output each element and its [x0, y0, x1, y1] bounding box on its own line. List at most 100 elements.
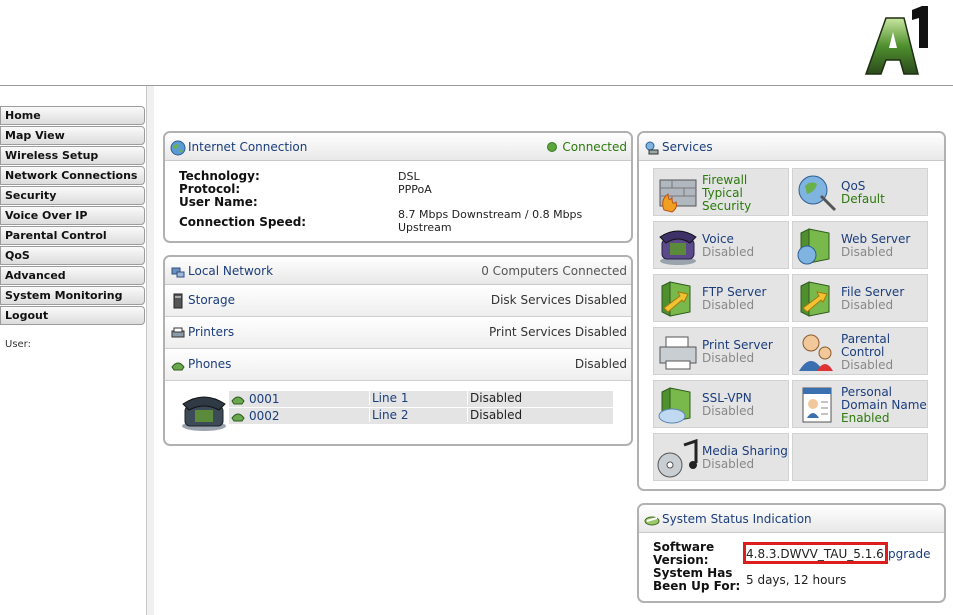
uptime-label-line: Been Up For:	[653, 579, 741, 593]
service-file-server[interactable]: File Server Disabled	[792, 274, 928, 322]
phone-line-link[interactable]: Line 2	[369, 408, 408, 422]
phones-row[interactable]: Phones Disabled	[165, 349, 631, 381]
ftp-server-icon	[661, 281, 691, 317]
technology-label: Technology:	[179, 169, 260, 183]
system-status-panel: System Status Indication Software Versio…	[637, 503, 946, 603]
service-personal-domain-name[interactable]: Personal Domain Name Enabled	[792, 380, 928, 428]
storage-status: Disk Services Disabled	[490, 293, 627, 307]
service-status: Enabled	[841, 411, 890, 425]
service-firewall[interactable]: Firewall Typical Security	[653, 168, 789, 216]
firewall-icon	[659, 179, 697, 213]
service-status: Disabled	[841, 358, 894, 372]
services-panel: Services Firewall Typical Security QoS D…	[637, 131, 946, 491]
storage-icon	[173, 293, 183, 309]
phones-status: Disabled	[574, 357, 627, 371]
uptime-label: System Has Been Up For:	[653, 567, 740, 593]
uptime-value: 5 days, 12 hours	[746, 573, 847, 587]
system-status-icon	[644, 516, 660, 526]
ssl-vpn-icon	[658, 387, 691, 424]
phone-line-icon	[231, 396, 245, 405]
service-ftp-server[interactable]: FTP Server Disabled	[653, 274, 789, 322]
internet-connection-title[interactable]: Internet Connection	[188, 133, 307, 161]
voice-icon	[659, 230, 697, 265]
service-status: Disabled	[702, 298, 755, 312]
upgrade-link[interactable]: pgrade	[888, 547, 931, 561]
services-title[interactable]: Services	[662, 133, 713, 161]
table-row[interactable]: 0002 Line 2 Disabled	[229, 408, 613, 425]
printers-label[interactable]: Printers	[188, 325, 234, 339]
nav-item-security[interactable]: Security	[0, 186, 145, 205]
service-status: Disabled	[702, 404, 755, 418]
nav-item-qos[interactable]: QoS	[0, 246, 145, 265]
media-sharing-icon	[657, 438, 698, 478]
internet-connection-header: Internet Connection Connected	[165, 133, 631, 161]
parental-control-icon	[799, 334, 833, 371]
storage-label[interactable]: Storage	[188, 293, 235, 307]
connection-status: Connected	[547, 133, 627, 161]
service-status: Disabled	[702, 457, 755, 471]
nav-item-parental-control[interactable]: Parental Control	[0, 226, 145, 245]
services-header: Services	[639, 133, 944, 161]
service-print-server[interactable]: Print Server Disabled	[653, 327, 789, 375]
nav-item-wireless-setup[interactable]: Wireless Setup	[0, 146, 145, 165]
software-version-value: 4.8.3.DWVV_TAU_5.1.6	[746, 547, 884, 561]
local-network-title[interactable]: Local Network	[188, 257, 273, 285]
service-web-server[interactable]: Web Server Disabled	[792, 221, 928, 269]
nav-item-voice-over-ip[interactable]: Voice Over IP	[0, 206, 145, 225]
a1-logo	[864, 6, 928, 75]
nav-item-system-monitoring[interactable]: System Monitoring	[0, 286, 145, 305]
nav-item-advanced[interactable]: Advanced	[0, 266, 145, 285]
technology-value: DSL	[398, 170, 420, 183]
service-qos[interactable]: QoS Default	[792, 168, 928, 216]
internet-connection-panel: Internet Connection Connected Technology…	[163, 131, 633, 243]
computers-connected: 0 Computers Connected	[481, 264, 627, 278]
nav-item-network-connections[interactable]: Network Connections	[0, 166, 145, 185]
file-server-icon	[800, 281, 830, 317]
service-status: Disabled	[702, 351, 755, 365]
local-network-panel: Local Network 0 Computers Connected Stor…	[163, 255, 633, 446]
printers-row[interactable]: Printers Print Services Disabled	[165, 317, 631, 349]
phone-line-icon	[231, 413, 245, 422]
nav-item-home[interactable]: Home	[0, 106, 145, 125]
service-voice[interactable]: Voice Disabled	[653, 221, 789, 269]
services-icon	[645, 141, 659, 155]
service-ssl-vpn[interactable]: SSL-VPN Disabled	[653, 380, 789, 428]
service-parental-control[interactable]: Parental Control Disabled	[792, 327, 928, 375]
globe-icon	[170, 140, 186, 156]
sidebar: Home Map View Wireless Setup Network Con…	[0, 86, 154, 615]
protocol-label: Protocol:	[179, 182, 241, 196]
web-server-icon	[797, 228, 830, 265]
connection-status-text: Connected	[562, 140, 627, 154]
printer-icon	[171, 327, 185, 338]
phone-number-link[interactable]: 0002	[249, 409, 280, 423]
local-network-header: Local Network 0 Computers Connected	[165, 257, 631, 285]
nav-item-map-view[interactable]: Map View	[0, 126, 145, 145]
local-network-icon	[171, 267, 185, 278]
protocol-value: PPPoA	[398, 183, 432, 196]
nav-item-logout[interactable]: Logout	[0, 306, 145, 325]
telephone-icon	[182, 396, 226, 431]
main-nav: Home Map View Wireless Setup Network Con…	[0, 106, 145, 326]
phones-label[interactable]: Phones	[188, 357, 231, 371]
phone-line-status: Disabled	[467, 391, 613, 405]
phone-number-link[interactable]: 0001	[249, 392, 280, 406]
phone-icon	[171, 362, 185, 371]
service-status: Security	[702, 199, 752, 213]
qos-icon	[798, 175, 837, 212]
status-dot-icon	[547, 142, 558, 152]
personal-domain-icon	[802, 387, 832, 423]
phone-line-link[interactable]: Line 1	[369, 391, 408, 405]
connection-speed-label: Connection Speed:	[179, 215, 307, 229]
storage-row[interactable]: Storage Disk Services Disabled	[165, 285, 631, 317]
phone-line-status: Disabled	[467, 408, 613, 422]
software-version-label-line: Software	[653, 540, 715, 554]
service-empty-slot	[792, 433, 928, 481]
phone-lines-table: 0001 Line 1 Disabled 0002 Line 2 Disable…	[229, 391, 613, 425]
table-row[interactable]: 0001 Line 1 Disabled	[229, 391, 613, 408]
sidebar-scrollbar[interactable]	[146, 86, 154, 615]
software-version-label: Software Version:	[653, 541, 714, 567]
service-media-sharing[interactable]: Media Sharing Disabled	[653, 433, 789, 481]
service-status: Disabled	[841, 298, 894, 312]
system-status-title[interactable]: System Status Indication	[662, 505, 812, 533]
service-status: Disabled	[841, 245, 894, 259]
